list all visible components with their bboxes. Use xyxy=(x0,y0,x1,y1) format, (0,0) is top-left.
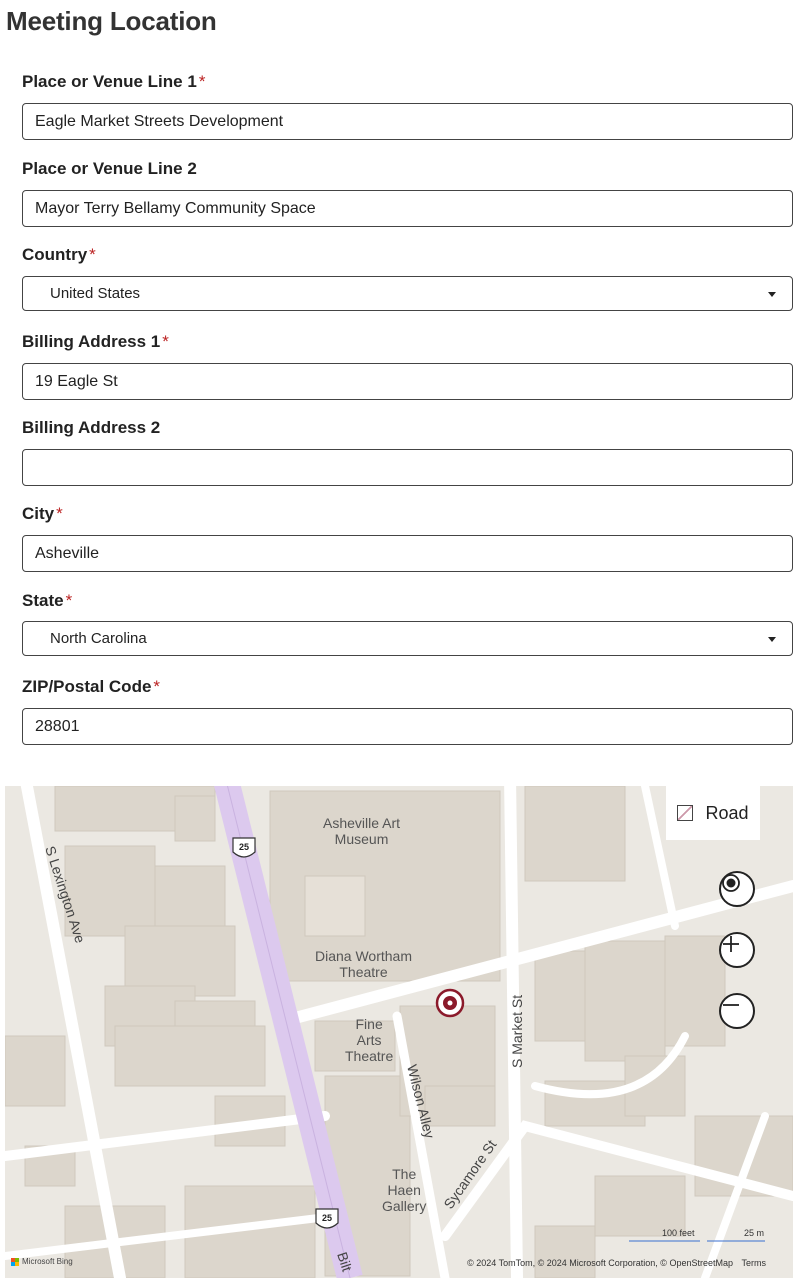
bing-logo: Microsoft Bing xyxy=(11,1257,73,1266)
map[interactable]: 25 25 S Lexington Ave S Market St Wilson… xyxy=(5,786,793,1278)
plus-icon xyxy=(723,936,739,952)
city-input[interactable] xyxy=(22,535,793,572)
venue2-label: Place or Venue Line 2 xyxy=(22,159,197,179)
billing2-label: Billing Address 2 xyxy=(22,418,160,438)
route-shield-icon: 25 xyxy=(315,1208,339,1229)
scale-meters-label: 25 m xyxy=(744,1228,765,1238)
billing2-input[interactable] xyxy=(22,449,793,486)
map-style-label: Road xyxy=(705,802,749,823)
minus-icon xyxy=(723,1004,739,1006)
zip-input[interactable] xyxy=(22,708,793,745)
location-pin-icon[interactable] xyxy=(435,988,465,1018)
country-select[interactable]: United States xyxy=(22,276,793,311)
country-select-value: United States xyxy=(50,285,141,302)
venue2-input[interactable] xyxy=(22,190,793,227)
country-label-text: Country xyxy=(22,245,88,264)
country-label: Country * xyxy=(22,245,96,265)
required-marker: * xyxy=(89,245,96,264)
chevron-down-icon xyxy=(768,637,776,642)
poi-label-haen: The Haen Gallery xyxy=(382,1166,427,1214)
city-label-text: City xyxy=(22,504,55,523)
billing2-label-text: Billing Address 2 xyxy=(22,418,161,437)
poi-label-art-museum: Asheville Art Museum xyxy=(323,815,401,847)
route-shield-icon: 25 xyxy=(232,837,256,858)
venue1-input[interactable] xyxy=(22,103,793,140)
poi-label-theatre: Diana Wortham Theatre xyxy=(315,948,413,980)
venue1-label-text: Place or Venue Line 1 xyxy=(22,72,197,91)
required-marker: * xyxy=(198,72,206,91)
poi-label-fine-arts: Fine Arts Theatre xyxy=(345,1016,394,1064)
venue1-label: Place or Venue Line 1 * xyxy=(22,72,205,92)
city-label: City * xyxy=(22,504,63,524)
map-copyright: © 2024 TomTom, © 2024 Microsoft Corporat… xyxy=(467,1258,766,1268)
state-label: State * xyxy=(22,591,72,611)
terms-link[interactable]: Terms xyxy=(742,1258,767,1268)
zoom-in-button[interactable] xyxy=(719,932,755,968)
required-marker: * xyxy=(65,591,73,610)
route-number-label: 25 xyxy=(322,1213,332,1223)
map-style-icon xyxy=(677,805,694,821)
scale-feet-label: 100 feet xyxy=(662,1228,695,1238)
locate-me-button[interactable] xyxy=(719,871,755,907)
zip-label: ZIP/Postal Code * xyxy=(22,677,160,697)
billing1-input[interactable] xyxy=(22,363,793,400)
route-number-label: 25 xyxy=(239,842,249,852)
required-marker: * xyxy=(56,504,63,523)
zoom-out-button[interactable] xyxy=(719,993,755,1029)
target-icon xyxy=(722,874,740,892)
microsoft-logo-icon xyxy=(11,1257,19,1266)
map-style-button[interactable]: Road xyxy=(666,786,760,840)
chevron-down-icon xyxy=(768,292,776,297)
street-label-market: S Market St xyxy=(509,995,525,1068)
state-select-value: North Carolina xyxy=(50,630,147,647)
venue2-label-text: Place or Venue Line 2 xyxy=(22,159,197,178)
billing1-label-text: Billing Address 1 xyxy=(22,332,161,351)
zip-label-text: ZIP/Postal Code xyxy=(22,677,152,696)
bing-brand-text: Microsoft Bing xyxy=(22,1257,73,1266)
state-select[interactable]: North Carolina xyxy=(22,621,793,656)
page-title: Meeting Location xyxy=(6,6,217,36)
state-label-text: State xyxy=(22,591,64,610)
required-marker: * xyxy=(153,677,161,696)
billing1-label: Billing Address 1 * xyxy=(22,332,169,352)
copyright-text: © 2024 TomTom, © 2024 Microsoft Corporat… xyxy=(467,1258,733,1268)
required-marker: * xyxy=(162,332,169,351)
